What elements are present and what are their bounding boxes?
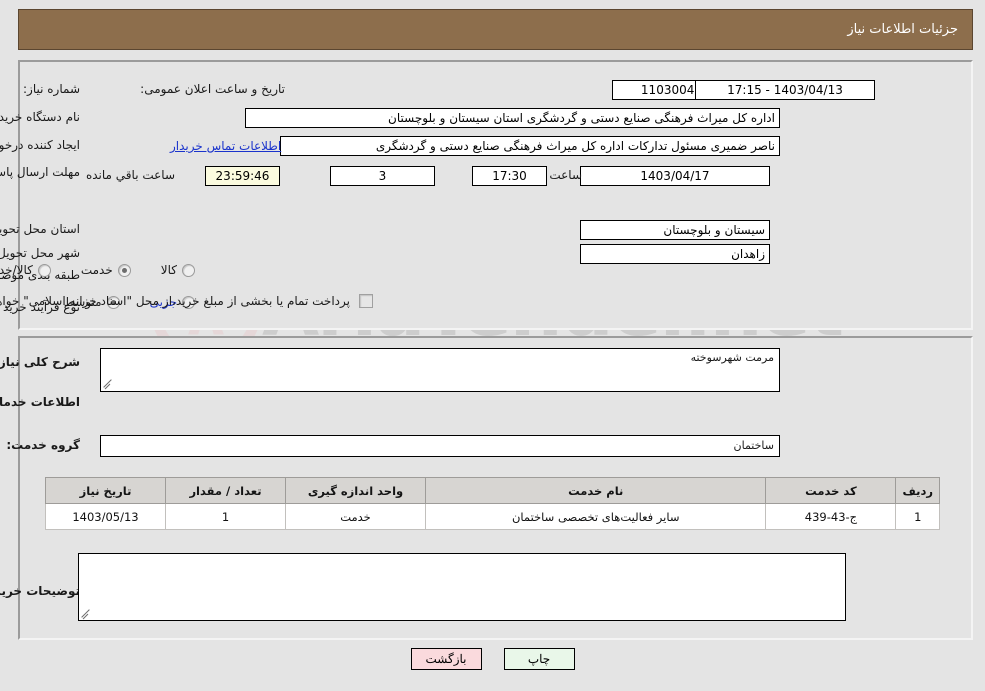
th-row-no: ردیف xyxy=(895,477,940,504)
buyer-notes-textarea[interactable] xyxy=(78,553,846,621)
service-group-label: گروه خدمت: xyxy=(6,438,80,452)
deadline-date-value: 1403/04/17 xyxy=(580,166,770,186)
print-button[interactable]: چاپ xyxy=(503,648,575,670)
radio-icon[interactable] xyxy=(117,263,131,277)
countdown-timer-value: 23:59:46 xyxy=(205,166,280,186)
cell-service-name: سایر فعالیت‌های تخصصی ساختمان xyxy=(424,503,767,530)
services-table: ردیف کد خدمت نام خدمت واحد اندازه گیری ت… xyxy=(45,477,940,530)
page-title: جزئیات اطلاعات نیاز xyxy=(847,22,958,37)
category-radio-group[interactable]: کالا خدمت کالا/خدمت xyxy=(0,263,195,277)
cell-unit: خدمت xyxy=(285,503,426,530)
th-service-code: کد خدمت xyxy=(765,477,897,504)
buyer-notes-label: توضیحات خریدار: xyxy=(0,584,80,598)
announce-datetime-label: تاریخ و ساعت اعلان عمومی: xyxy=(140,82,285,96)
need-summary-panel xyxy=(18,60,973,330)
table-row: 1 ج-43-439 سایر فعالیت‌های تخصصی ساختمان… xyxy=(45,503,940,530)
page-header: جزئیات اطلاعات نیاز xyxy=(18,9,973,50)
category-option-label: کالا xyxy=(160,263,177,277)
cell-row-no: 1 xyxy=(895,503,940,530)
city-value: زاهدان xyxy=(580,244,770,264)
need-number-label: شماره نیاز: xyxy=(23,82,80,96)
cell-need-date: 1403/05/13 xyxy=(45,503,166,530)
province-value: سیستان و بلوچستان xyxy=(580,220,770,240)
announce-datetime-value: 1403/04/13 - 17:15 xyxy=(695,80,875,100)
buyer-org-value: اداره کل میراث فرهنگی صنایع دستی و گردشگ… xyxy=(245,108,780,128)
buyer-org-label: نام دستگاه خریدار: xyxy=(0,110,80,124)
category-option-label: کالا/خدمت xyxy=(0,263,33,277)
city-label: شهر محل تحویل: xyxy=(0,246,80,260)
hour-label: ساعت xyxy=(549,168,582,182)
th-unit: واحد اندازه گیری xyxy=(285,477,426,504)
th-need-date: تاریخ نیاز xyxy=(45,477,166,504)
th-service-name: نام خدمت xyxy=(424,477,767,504)
remaining-days-value: 3 xyxy=(330,166,435,186)
remaining-label: ساعت باقي مانده xyxy=(85,168,175,182)
back-button[interactable]: بازگشت xyxy=(410,648,482,670)
resize-grip-icon[interactable] xyxy=(81,608,91,618)
deadline-time-value: 17:30 xyxy=(472,166,547,186)
requester-value: ناصر ضمیری مسئول تدارکات اداره کل میراث … xyxy=(280,136,780,156)
general-description-textarea[interactable]: مرمت شهرسوخته xyxy=(100,348,780,392)
radio-icon[interactable] xyxy=(37,263,51,277)
services-table-wrapper: ردیف کد خدمت نام خدمت واحد اندازه گیری ت… xyxy=(45,477,940,530)
cell-service-code: ج-43-439 xyxy=(765,503,897,530)
general-description-label: شرح کلی نیاز: xyxy=(0,355,80,369)
service-group-value[interactable]: ساختمان xyxy=(100,435,780,457)
th-quantity: تعداد / مقدار xyxy=(165,477,286,504)
deadline-label: مهلت ارسال پاسخ: تا تاریخ: xyxy=(0,165,80,179)
category-option-label: خدمت xyxy=(80,263,113,277)
services-info-heading: اطلاعات خدمات مورد نیاز xyxy=(0,395,80,409)
table-header-row: ردیف کد خدمت نام خدمت واحد اندازه گیری ت… xyxy=(45,477,940,504)
requester-label: ایجاد کننده درخواست: xyxy=(0,138,80,152)
checkbox-icon[interactable] xyxy=(359,294,373,308)
treasury-checkbox-row[interactable]: پرداخت تمام یا بخشی از مبلغ خرید،از محل … xyxy=(0,294,373,308)
category-option-goods-service[interactable]: کالا/خدمت xyxy=(0,263,51,277)
radio-icon[interactable] xyxy=(182,263,195,277)
action-button-bar: بازگشت چاپ xyxy=(0,648,985,670)
cell-quantity: 1 xyxy=(165,503,286,530)
buyer-contact-link[interactable]: اطلاعات تماس خریدار xyxy=(170,139,281,153)
category-option-goods[interactable]: کالا xyxy=(161,263,195,277)
province-label: استان محل تحویل: xyxy=(0,222,80,236)
resize-grip-icon[interactable] xyxy=(103,378,113,388)
treasury-checkbox-label: پرداخت تمام یا بخشی از مبلغ خرید،از محل … xyxy=(0,294,350,308)
category-option-service[interactable]: خدمت xyxy=(81,263,131,277)
